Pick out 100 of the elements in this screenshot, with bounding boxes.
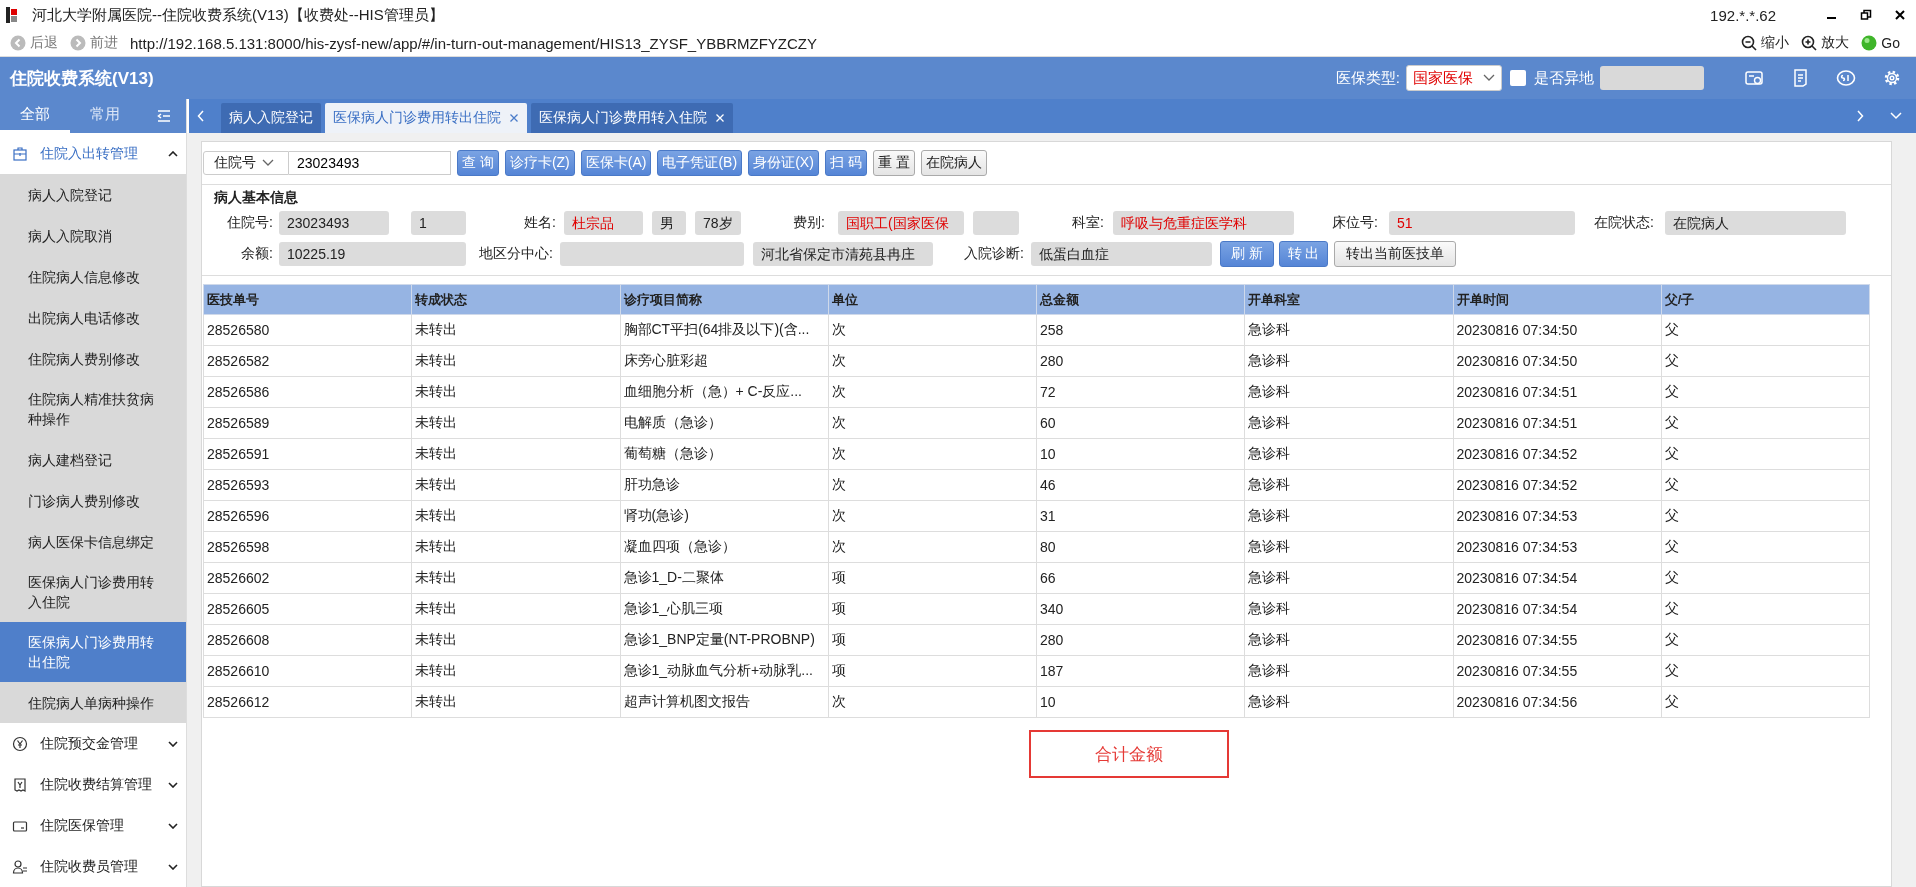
section-title: 病人基本信息 bbox=[213, 189, 299, 207]
column-header[interactable]: 开单科室 bbox=[1244, 284, 1453, 315]
sidebar-item[interactable]: 病人入院登记 bbox=[0, 174, 186, 215]
page-tab[interactable]: 医保病人门诊费用转出住院 bbox=[325, 103, 527, 133]
table-cell: 28526602 bbox=[203, 562, 412, 594]
field-label: 在院状态: bbox=[1593, 213, 1655, 232]
table-cell: 28526586 bbox=[203, 376, 412, 408]
close-icon[interactable] bbox=[1894, 9, 1906, 21]
caret-icon bbox=[168, 863, 178, 870]
zoom-in-button[interactable]: 放大 bbox=[1795, 34, 1856, 52]
column-header[interactable]: 转成状态 bbox=[411, 284, 620, 315]
action-button[interactable]: 转出当前医技单 bbox=[1334, 240, 1456, 267]
zoom-in-icon bbox=[1801, 35, 1818, 51]
table-cell: 凝血四项（急诊） bbox=[620, 531, 829, 563]
sidebar-item[interactable]: 出院病人电话修改 bbox=[0, 297, 186, 338]
table-cell: 葡萄糖（急诊） bbox=[620, 438, 829, 470]
column-header[interactable]: 父/子 bbox=[1661, 284, 1870, 315]
group-icon bbox=[12, 858, 28, 875]
status-dot-icon bbox=[1861, 35, 1878, 51]
sidebar-item[interactable]: 住院病人精准扶贫病种操作 bbox=[0, 379, 186, 439]
table-cell: 28526610 bbox=[203, 655, 412, 687]
page-tab[interactable]: 病人入院登记 bbox=[221, 103, 321, 133]
caret-icon bbox=[168, 822, 178, 829]
table-cell: 急诊1_D-二聚体 bbox=[620, 562, 829, 594]
table-cell: 20230816 07:34:53 bbox=[1453, 531, 1662, 563]
back-button[interactable]: 后退 bbox=[4, 34, 64, 52]
info-field: 23023493 bbox=[279, 210, 389, 235]
toolbar-button[interactable]: 重 置 bbox=[872, 150, 915, 176]
remote-location-field[interactable] bbox=[1600, 66, 1704, 90]
app-title: 住院收费系统(V13) bbox=[10, 67, 154, 90]
toolbar-button[interactable]: 在院病人 bbox=[920, 150, 987, 176]
table-cell: 项 bbox=[828, 624, 1037, 656]
table-cell: 血细胞分析（急）+ C-反应... bbox=[620, 376, 829, 408]
table-cell: 20230816 07:34:56 bbox=[1453, 686, 1662, 718]
column-header[interactable]: 诊疗项目简称 bbox=[620, 284, 829, 315]
field-label: 费别: bbox=[792, 213, 826, 232]
column-header[interactable]: 开单时间 bbox=[1453, 284, 1662, 315]
table-cell: 20230816 07:34:55 bbox=[1453, 655, 1662, 687]
group-icon bbox=[12, 145, 28, 162]
zoom-out-button[interactable]: 缩小 bbox=[1735, 34, 1796, 52]
table-cell: 次 bbox=[828, 500, 1037, 532]
forward-icon bbox=[70, 35, 86, 51]
total-amount-box: 合计金额 bbox=[1029, 730, 1229, 778]
column-header[interactable]: 总金额 bbox=[1036, 284, 1245, 315]
table-cell: 父 bbox=[1661, 407, 1870, 439]
table-cell: 187 bbox=[1036, 655, 1245, 687]
table-cell: 项 bbox=[828, 593, 1037, 625]
table-cell: 急诊1_动脉血气分析+动脉乳... bbox=[620, 655, 829, 687]
table-cell: 31 bbox=[1036, 500, 1245, 532]
insurance-type-dropdown[interactable]: 国家医保 bbox=[1406, 65, 1502, 91]
info-field: 10225.19 bbox=[279, 241, 466, 266]
sidebar-item[interactable]: 住院病人费别修改 bbox=[0, 338, 186, 379]
table-cell: 急诊科 bbox=[1244, 500, 1453, 532]
table-cell: 未转出 bbox=[411, 314, 620, 346]
sidebar-item[interactable]: 医保病人门诊费用转出住院 bbox=[0, 622, 186, 682]
table-cell: 次 bbox=[828, 686, 1037, 718]
remote-checkbox[interactable] bbox=[1510, 70, 1526, 86]
table-cell: 父 bbox=[1661, 314, 1870, 346]
table-cell: 次 bbox=[828, 314, 1037, 346]
sidebar-item[interactable]: 住院病人信息修改 bbox=[0, 256, 186, 297]
scroll-left-icon[interactable] bbox=[197, 110, 205, 122]
sidebar-item[interactable]: 门诊病人费别修改 bbox=[0, 480, 186, 521]
table-cell: 66 bbox=[1036, 562, 1245, 594]
table-cell: 未转出 bbox=[411, 500, 620, 532]
table-cell: 60 bbox=[1036, 407, 1245, 439]
search-type-dropdown[interactable]: 住院号 bbox=[203, 151, 289, 175]
sidebar-item[interactable]: 病人医保卡信息绑定 bbox=[0, 521, 186, 562]
page-tab[interactable]: 医保病人门诊费用转入住院 bbox=[531, 103, 733, 133]
chevron-down-icon[interactable] bbox=[1890, 112, 1902, 120]
table-cell: 28526596 bbox=[203, 500, 412, 532]
oval-badge-icon[interactable] bbox=[1836, 68, 1856, 88]
sidebar-item[interactable]: 医保病人门诊费用转入住院 bbox=[0, 562, 186, 622]
scroll-right-icon[interactable] bbox=[1856, 110, 1864, 122]
window-title: 河北大学附属医院--住院收费系统(V13)【收费处--HIS管理员】 bbox=[32, 5, 444, 25]
restore-icon[interactable] bbox=[1860, 9, 1872, 21]
column-header[interactable]: 医技单号 bbox=[203, 284, 412, 315]
url-field[interactable]: http://192.168.5.131:8000/his-zysf-new/app/#/in-turn-out-management/HIS13_ZYSF_YBBRMZFYZCZY bbox=[130, 34, 817, 52]
table-cell: 急诊科 bbox=[1244, 376, 1453, 408]
table-cell: 28526591 bbox=[203, 438, 412, 470]
table-cell: 28526598 bbox=[203, 531, 412, 563]
settings-icon[interactable] bbox=[1882, 68, 1902, 88]
table-cell: 28526582 bbox=[203, 345, 412, 377]
table-cell: 20230816 07:34:55 bbox=[1453, 624, 1662, 656]
table-cell: 父 bbox=[1661, 500, 1870, 532]
card-icon[interactable] bbox=[1744, 68, 1764, 88]
menu-icon[interactable] bbox=[156, 109, 172, 123]
search-field[interactable]: 23023493 bbox=[289, 151, 451, 175]
table-cell: 次 bbox=[828, 469, 1037, 501]
column-header[interactable]: 单位 bbox=[828, 284, 1037, 315]
sidebar-item[interactable]: 病人入院取消 bbox=[0, 215, 186, 256]
chevron-down-icon bbox=[262, 159, 274, 167]
table-cell: 次 bbox=[828, 438, 1037, 470]
forward-button[interactable]: 前进 bbox=[64, 34, 124, 52]
table-cell: 父 bbox=[1661, 438, 1870, 470]
table-cell: 20230816 07:34:54 bbox=[1453, 593, 1662, 625]
table-cell: 未转出 bbox=[411, 376, 620, 408]
sidebar-item[interactable]: 住院病人单病种操作 bbox=[0, 682, 186, 723]
table-cell: 急诊科 bbox=[1244, 345, 1453, 377]
go-button[interactable]: Go bbox=[1855, 35, 1906, 51]
sidebar-item[interactable]: 病人建档登记 bbox=[0, 439, 186, 480]
